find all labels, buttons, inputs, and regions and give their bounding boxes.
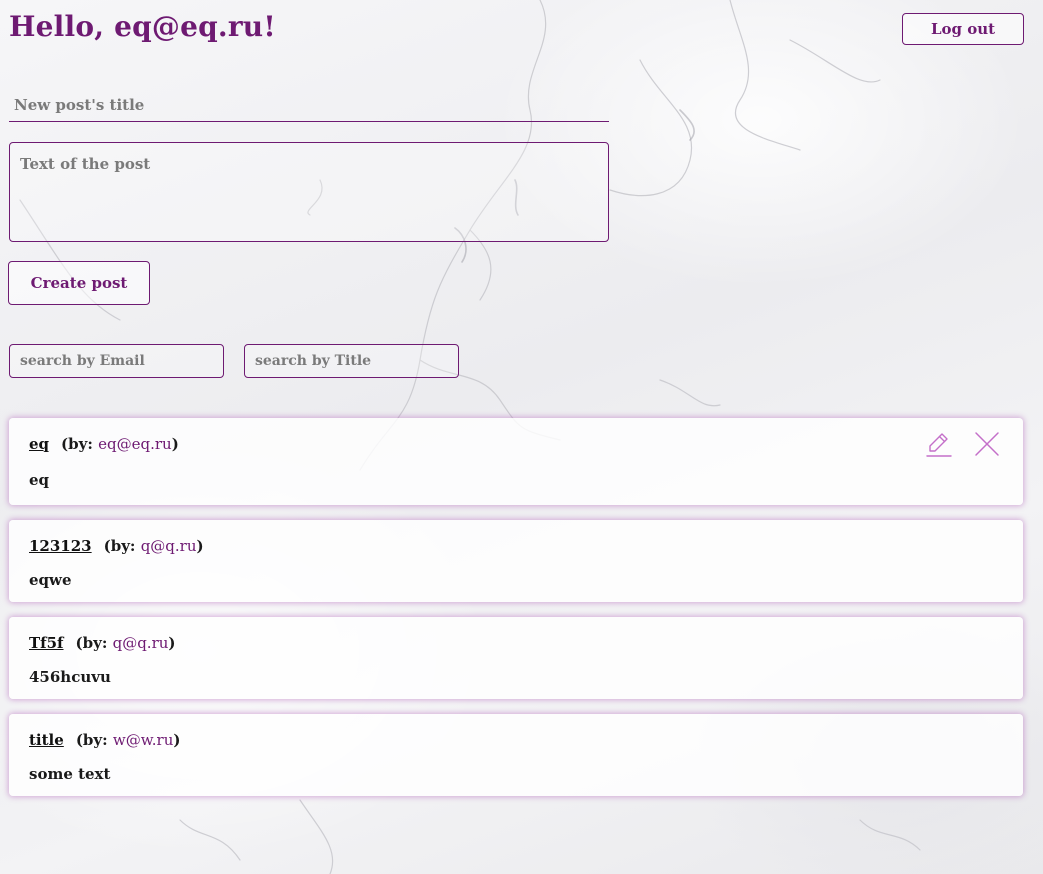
- post-card: 123123 (by: q@q.ru) eqwe: [9, 520, 1023, 602]
- post-by-label: (by: q@q.ru): [104, 537, 204, 555]
- by-label: (by:: [75, 634, 108, 652]
- post-text: eq: [29, 471, 50, 489]
- post-list: eq (by: eq@eq.ru) eq 123123 (by: q@q.ru): [9, 418, 1023, 811]
- post-header: eq (by: eq@eq.ru): [29, 434, 1003, 454]
- post-text: 456hcuvu: [29, 668, 111, 686]
- post-header: title (by: w@w.ru): [29, 730, 1003, 750]
- post-by-label: (by: w@w.ru): [76, 731, 181, 749]
- search-title-input[interactable]: [244, 344, 459, 378]
- post-author: q@q.ru: [112, 634, 169, 652]
- close-paren: ): [168, 634, 176, 652]
- pencil-icon[interactable]: [925, 430, 953, 458]
- post-title-link[interactable]: Tf5f: [29, 634, 64, 652]
- page-title: Hello, eq@eq.ru!: [9, 10, 276, 43]
- post-title-link[interactable]: 123123: [29, 537, 92, 555]
- create-post-button[interactable]: Create post: [8, 261, 150, 305]
- post-header: 123123 (by: q@q.ru): [29, 536, 1003, 556]
- close-paren: ): [173, 731, 181, 749]
- post-author: w@w.ru: [112, 731, 174, 749]
- post-actions: [925, 430, 1001, 458]
- close-paren: ): [171, 435, 179, 453]
- post-title-input[interactable]: [9, 88, 609, 122]
- post-by-label: (by: q@q.ru): [76, 634, 176, 652]
- post-title-link[interactable]: eq: [29, 435, 49, 453]
- close-icon[interactable]: [973, 430, 1001, 458]
- post-card: Tf5f (by: q@q.ru) 456hcuvu: [9, 617, 1023, 699]
- post-text-textarea[interactable]: [9, 142, 609, 242]
- post-author: eq@eq.ru: [98, 435, 172, 453]
- post-header: Tf5f (by: q@q.ru): [29, 633, 1003, 653]
- close-paren: ): [196, 537, 204, 555]
- post-by-label: (by: eq@eq.ru): [61, 435, 179, 453]
- search-email-input[interactable]: [9, 344, 224, 378]
- post-card: eq (by: eq@eq.ru) eq: [9, 418, 1023, 505]
- logout-button[interactable]: Log out: [902, 13, 1024, 45]
- by-label: (by:: [61, 435, 93, 453]
- by-label: (by:: [103, 537, 136, 555]
- post-title-link[interactable]: title: [29, 731, 64, 749]
- post-card: title (by: w@w.ru) some text: [9, 714, 1023, 796]
- post-text: some text: [29, 765, 111, 783]
- post-author: q@q.ru: [140, 537, 197, 555]
- post-text: eqwe: [29, 571, 72, 589]
- by-label: (by:: [75, 731, 108, 749]
